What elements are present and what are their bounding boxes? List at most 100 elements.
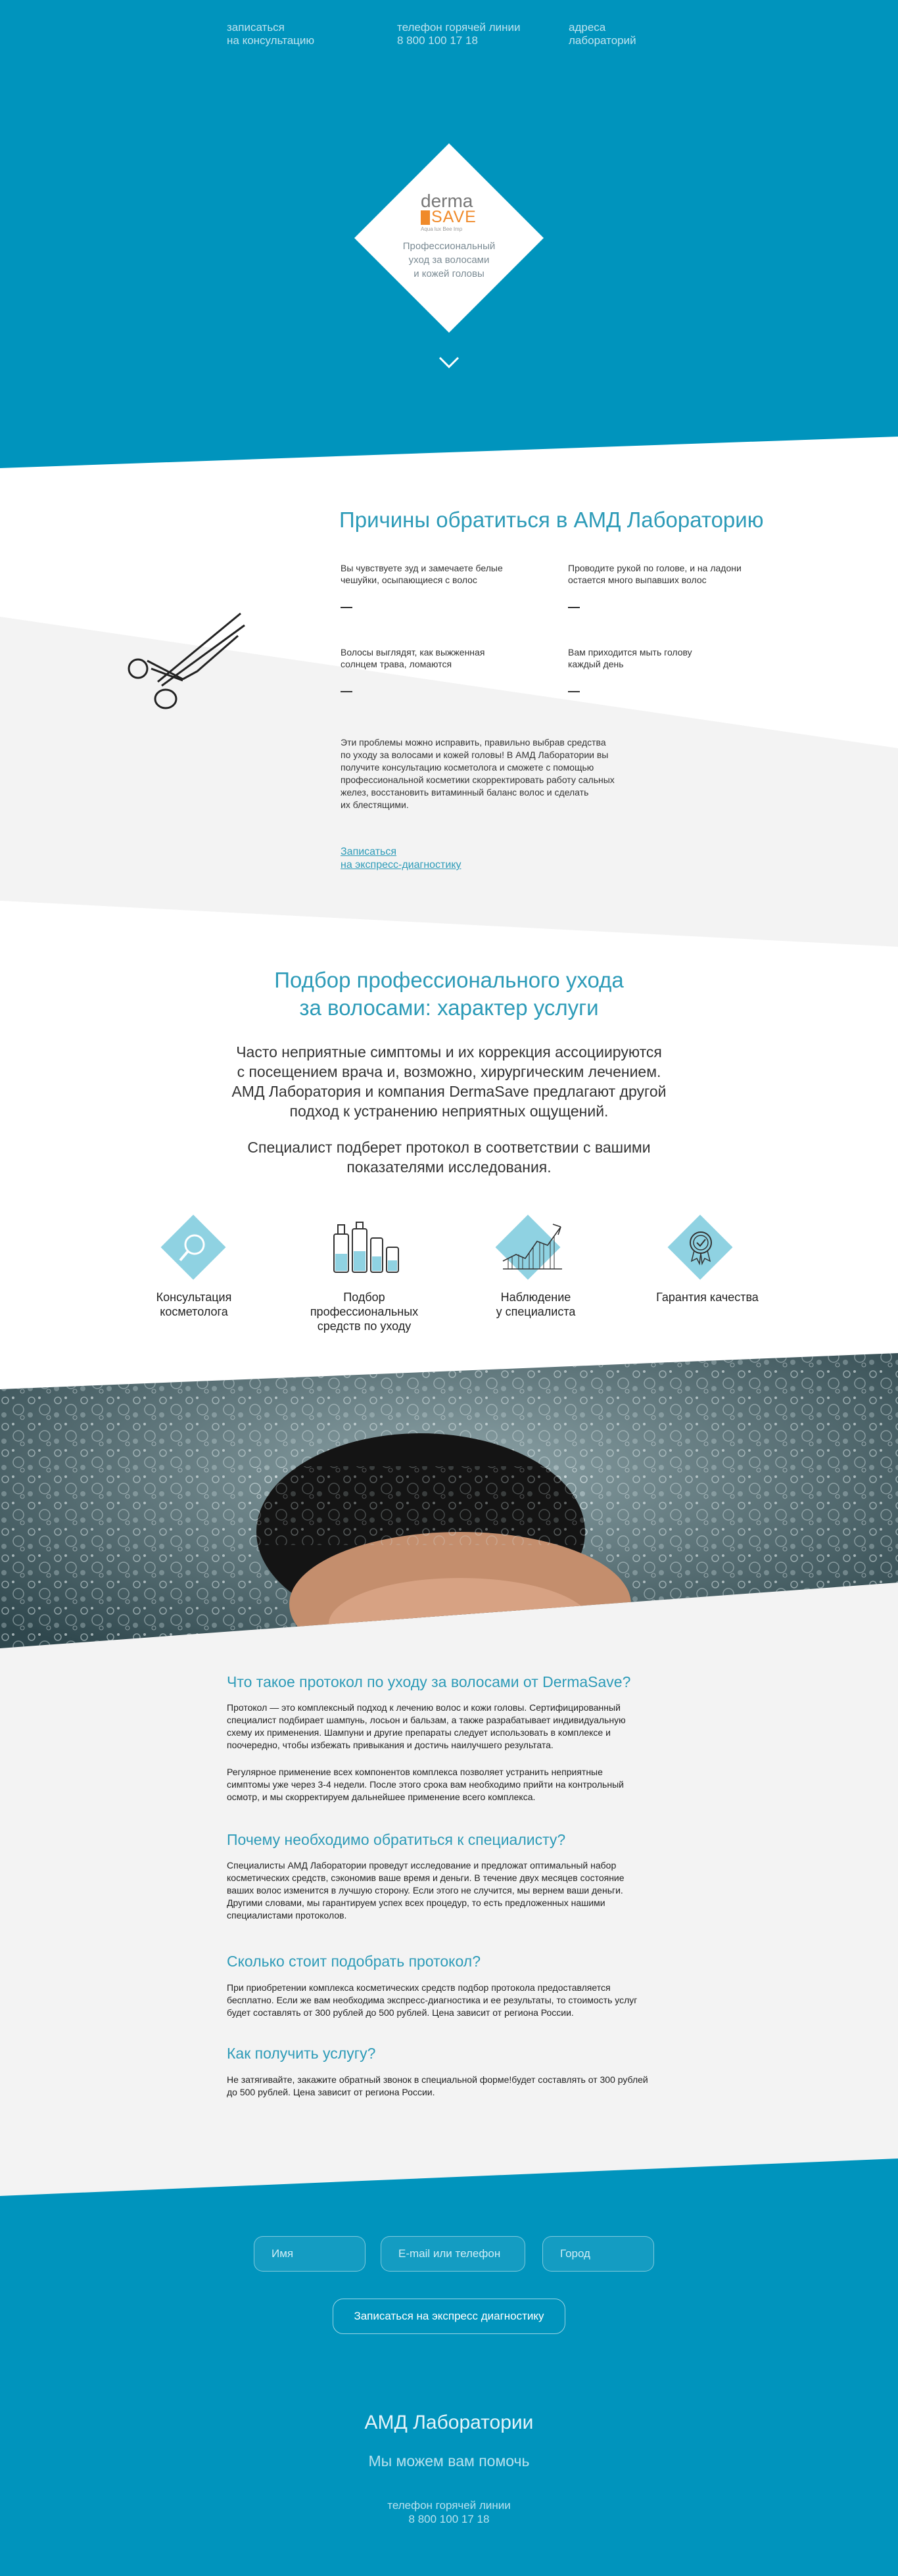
info-line: схему их применения. Шампуни и другие пр… (227, 1727, 611, 1738)
consultation-link-line1: записаться (227, 21, 285, 34)
hotline-number: 8 800 100 17 18 (397, 34, 478, 47)
reason-text-line1: Проводите рукой по голове, и на ладони (568, 563, 742, 573)
reasons-body: Эти проблемы можно исправить, правильно … (341, 736, 656, 811)
submit-button[interactable]: Записаться на экспресс диагностику (333, 2299, 565, 2334)
city-field[interactable] (542, 2236, 654, 2272)
how-to-get-text: Не затягивайте, закажите обратный звонок… (227, 2074, 674, 2099)
info-line: осмотр, и мы скорректируем дальнейшее пр… (227, 1792, 536, 1802)
reason-item: Вам приходится мыть голову каждый день (568, 646, 759, 692)
express-diagnostics-link[interactable]: Записаться на экспресс-диагностику (341, 846, 461, 872)
service-title-line1: Подбор профессионального ухода (274, 968, 624, 992)
info-line: симптомы уже через 3-4 недели. После это… (227, 1779, 624, 1790)
express-link-line2: на экспресс-диагностику (341, 859, 461, 871)
feature-label-line: Консультация (156, 1291, 232, 1304)
reasons-body-line: профессиональной косметики скорректирова… (341, 775, 615, 785)
bottles-icon (333, 1222, 399, 1273)
info-line: будет составлять от 300 рублей до 500 ру… (227, 2007, 574, 2018)
feature-label-line: у специалиста (496, 1305, 576, 1318)
info-line: косметических средств, сэкономив ваше вр… (227, 1872, 625, 1883)
service-line: с посещением врача и, возможно, хирургич… (237, 1063, 661, 1080)
service-title-line2: за волосами: характер услуги (299, 995, 599, 1020)
feature-label-line: Наблюдение (500, 1291, 571, 1304)
feature-label-consultation: Консультация косметолога (128, 1290, 260, 1319)
reason-text-line1: Вы чувствуете зуд и замечаете белые (341, 563, 503, 573)
feature-label-line: профессиональных (310, 1305, 419, 1318)
feature-label-observation: Наблюдение у специалиста (470, 1290, 602, 1319)
logo-orange-bar (421, 210, 430, 225)
express-link-line1: Записаться (341, 846, 397, 857)
info-line: поочередно, чтобы избежать привыкания и … (227, 1740, 554, 1750)
reason-dash (568, 607, 580, 608)
feature-label-line: Гарантия качества (656, 1291, 759, 1304)
reasons-body-line: по уходу за волосами и кожей головы! В А… (341, 750, 609, 760)
magnifier-icon (179, 1234, 205, 1262)
info-line: специалистами протоколов. (227, 1910, 347, 1920)
reason-text-line1: Волосы выглядят, как выжженная (341, 647, 485, 657)
chart-icon (502, 1224, 562, 1270)
reason-text-line2: чешуйки, осыпающиеся с волос (341, 575, 477, 585)
info-line: Протокол — это комплексный подход к лече… (227, 1702, 621, 1713)
feature-label-line: Подбор (343, 1291, 385, 1304)
reason-item: Вы чувствуете зуд и замечаете белые чешу… (341, 562, 531, 608)
footer-hotline-label: телефон горячей линии (387, 2499, 511, 2512)
chevron-down-icon[interactable] (438, 355, 460, 370)
how-to-get-heading: Как получить услугу? (227, 2045, 376, 2062)
footer-hotline-number: 8 800 100 17 18 (408, 2513, 490, 2525)
reason-text-line1: Вам приходится мыть голову (568, 647, 692, 657)
reason-text-line2: остается много выпавших волос (568, 575, 707, 585)
reasons-body-line: желез, восстановить витаминный баланс во… (341, 787, 589, 798)
protocol-text-2: Регулярное применение всех компонентов к… (227, 1766, 674, 1803)
reason-dash (341, 607, 352, 608)
contact-field[interactable] (381, 2236, 525, 2272)
service-title: Подбор профессионального ухода за волоса… (0, 966, 898, 1022)
footer-hotline[interactable]: телефон горячей линии 8 800 100 17 18 (0, 2498, 898, 2526)
reasons-body-line: их блестящими. (341, 799, 409, 810)
info-line: Другими словами, мы гарантируем успех вс… (227, 1897, 605, 1908)
info-line: ваших волос изменится в лучшую сторону. … (227, 1885, 623, 1896)
logo-tagline: Aqua lux Bee Imp (421, 226, 463, 232)
reasons-body-line: Эти проблемы можно исправить, правильно … (341, 737, 606, 748)
service-paragraph-2: Специалист подберет протокол в соответст… (0, 1137, 898, 1177)
consultation-link-line2: на консультацию (227, 34, 315, 47)
reasons-title: Причины обратиться в АМД Лабораторию (339, 508, 764, 532)
service-line: АМД Лаборатория и компания DermaSave пре… (231, 1083, 667, 1100)
quality-badge-icon (690, 1231, 712, 1266)
logo-caption-line3: и кожей головы (414, 268, 484, 279)
reasons-body-line: получите консультацию косметолога и смож… (341, 762, 594, 773)
price-text: При приобретении комплекса косметических… (227, 1982, 674, 2019)
info-line: Специалисты АМД Лаборатории проведут исс… (227, 1860, 617, 1871)
info-line: Не затягивайте, закажите обратный звонок… (227, 2074, 648, 2085)
scissors-icon (128, 612, 245, 709)
hotline-link[interactable]: телефон горячей линии 8 800 100 17 18 (397, 21, 521, 47)
logo-save-text: SAVE (431, 208, 477, 226)
logo-caption-line2: уход за волосами (408, 254, 490, 266)
addresses-link-line2: лабораторий (569, 34, 636, 47)
info-line: специалист подбирает шампунь, лосьон и б… (227, 1715, 626, 1725)
footer-subtitle: Мы можем вам помочь (368, 2452, 530, 2469)
consultation-link[interactable]: записаться на консультацию (227, 21, 314, 47)
reason-text-line2: солнцем трава, ломаются (341, 659, 452, 669)
feature-label-line: косметолога (160, 1305, 228, 1318)
logo-caption: Профессиональный уход за волосами и коже… (383, 239, 515, 281)
protocol-heading: Что такое протокол по уходу за волосами … (227, 1673, 631, 1690)
service-paragraph-1: Часто неприятные симптомы и их коррекция… (0, 1042, 898, 1121)
reason-item: Проводите рукой по голове, и на ладони о… (568, 562, 759, 608)
info-line: Регулярное применение всех компонентов к… (227, 1767, 603, 1777)
reason-dash (568, 691, 580, 692)
name-field[interactable] (254, 2236, 366, 2272)
feature-label-line: средств по уходу (317, 1320, 412, 1333)
footer-title: АМД Лаборатории (364, 2412, 534, 2433)
reason-item: Волосы выглядят, как выжженная солнцем т… (341, 646, 531, 692)
price-heading: Сколько стоит подобрать протокол? (227, 1953, 481, 1970)
reason-text-line2: каждый день (568, 659, 624, 669)
why-specialist-heading: Почему необходимо обратиться к специалис… (227, 1831, 566, 1848)
info-line: бесплатно. Если же вам необходима экспре… (227, 1995, 638, 2005)
reason-dash (341, 691, 352, 692)
service-line: подход к устранению неприятных ощущений. (289, 1103, 609, 1120)
service-line: Специалист подберет протокол в соответст… (247, 1139, 651, 1156)
why-specialist-text: Специалисты АМД Лаборатории проведут исс… (227, 1859, 674, 1922)
info-line: до 500 рублей. Цена зависит от региона Р… (227, 2087, 435, 2097)
feature-label-selection: Подбор профессиональных средств по уходу (298, 1290, 430, 1333)
addresses-link[interactable]: адреса лабораторий (569, 21, 636, 47)
info-line: При приобретении комплекса косметических… (227, 1982, 611, 1993)
